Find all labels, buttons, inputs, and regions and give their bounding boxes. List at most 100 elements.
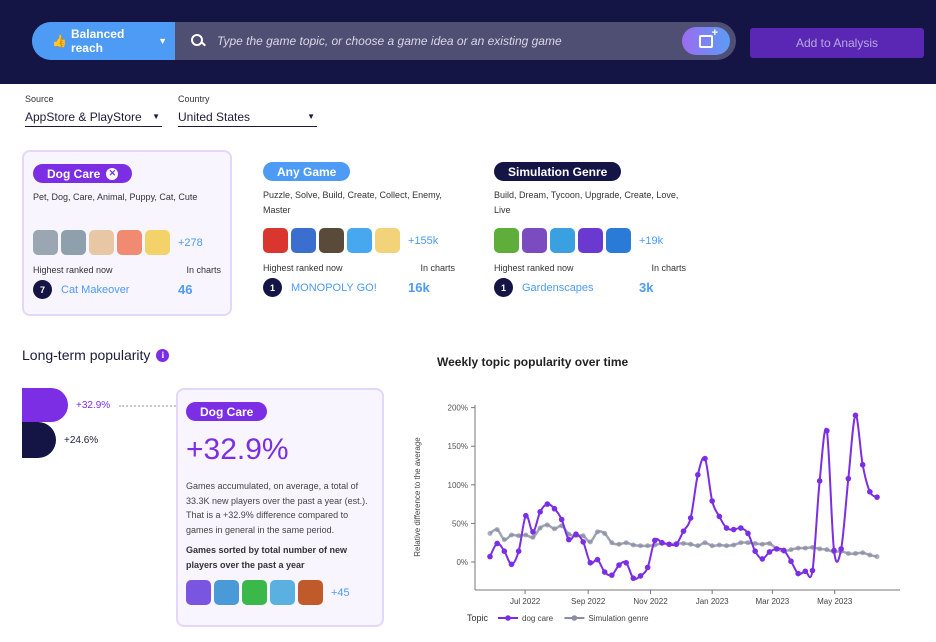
data-point-dog-care (609, 572, 615, 578)
data-point-simulation-genre (530, 534, 536, 540)
data-point-dog-care (809, 567, 816, 574)
game-app-icon[interactable] (298, 580, 323, 605)
game-app-icon[interactable] (186, 580, 211, 605)
topic-chip: Dog Care (186, 402, 268, 421)
data-point-dog-care (587, 559, 594, 566)
popularity-bar-dog-care[interactable] (22, 388, 68, 422)
game-app-icon[interactable] (522, 228, 547, 253)
data-point-simulation-genre (817, 546, 823, 552)
top-game-link[interactable]: MONOPOLY GO! (291, 282, 408, 294)
data-point-simulation-genre (681, 540, 686, 546)
game-app-icon[interactable] (578, 228, 603, 253)
long-term-popularity-heading: Long-term popularity i (22, 347, 170, 363)
topic-card[interactable]: Any Game Puzzle, Solve, Build, Create, C… (254, 150, 464, 316)
x-tick-label: Jul 2022 (510, 597, 541, 606)
top-game-link[interactable]: Cat Makeover (61, 284, 178, 296)
info-icon[interactable]: i (156, 348, 170, 362)
game-app-icon[interactable] (319, 228, 344, 253)
game-app-icon[interactable] (606, 228, 631, 253)
data-point-simulation-genre (767, 540, 772, 546)
more-games-count[interactable]: +19k (639, 235, 663, 247)
data-point-simulation-genre (709, 543, 715, 549)
data-point-dog-care (781, 547, 787, 554)
game-app-icon[interactable] (61, 230, 86, 255)
in-charts-label: In charts (651, 263, 686, 273)
topic-keywords: Puzzle, Solve, Build, Create, Collect, E… (263, 190, 442, 215)
data-point-simulation-genre (487, 530, 493, 536)
data-point-simulation-genre (745, 540, 751, 546)
chevron-down-icon: ▼ (307, 112, 315, 121)
game-app-icon[interactable] (550, 228, 575, 253)
game-app-icon[interactable] (242, 580, 267, 605)
game-app-icon[interactable] (33, 230, 58, 255)
topic-name: Simulation Genre (508, 164, 608, 179)
topic-card[interactable]: Simulation Genre Build, Dream, Tycoon, U… (485, 150, 695, 316)
data-point-dog-care (838, 546, 844, 552)
data-point-dog-care (831, 547, 837, 554)
topic-card[interactable]: Dog Care ✕ Pet, Dog, Care, Animal, Puppy… (22, 150, 232, 316)
add-image-button[interactable] (682, 27, 730, 55)
data-point-simulation-genre (587, 539, 593, 545)
data-point-dog-care (745, 530, 751, 537)
top-game-link[interactable]: Gardenscapes (522, 282, 639, 294)
data-point-dog-care (687, 515, 694, 521)
data-point-dog-care (523, 512, 529, 519)
game-app-icon[interactable] (270, 580, 295, 605)
legend-marker-simulation-genre (571, 615, 578, 621)
game-icons: +155k (263, 228, 455, 253)
game-app-icon[interactable] (375, 228, 400, 253)
more-games-count[interactable]: +155k (408, 235, 438, 247)
topic-chip: Dog Care ✕ (33, 164, 133, 183)
game-app-icon[interactable] (145, 230, 170, 255)
more-games-count[interactable]: +278 (178, 237, 203, 249)
data-point-dog-care (859, 461, 866, 468)
y-tick-label: 150% (448, 442, 468, 451)
data-point-simulation-genre (795, 545, 801, 551)
data-point-dog-care (501, 548, 508, 554)
data-point-simulation-genre (509, 532, 514, 538)
game-app-icon[interactable] (263, 228, 288, 253)
topic-chip: Simulation Genre (494, 162, 622, 181)
game-app-icon[interactable] (117, 230, 142, 255)
source-filter: Source AppStore & PlayStore ▼ (25, 94, 162, 127)
data-point-simulation-genre (616, 541, 622, 547)
highest-ranked-label: Highest ranked now (33, 265, 113, 275)
country-select[interactable]: United States ▼ (178, 107, 317, 127)
in-charts-count: 46 (178, 282, 193, 297)
data-point-simulation-genre (695, 543, 701, 549)
chevron-down-icon: ▼ (158, 36, 167, 46)
data-point-dog-care (852, 412, 859, 419)
game-app-icon[interactable] (214, 580, 239, 605)
data-point-dog-care (752, 548, 758, 554)
data-point-simulation-genre (537, 525, 543, 531)
data-point-dog-care (666, 541, 672, 548)
search-bar: 👍 Balanced reach ▼ (32, 22, 736, 60)
data-point-dog-care (816, 478, 823, 484)
game-app-icon[interactable] (89, 230, 114, 255)
data-point-simulation-genre (630, 542, 636, 548)
data-point-dog-care (630, 575, 637, 582)
data-point-dog-care (508, 561, 515, 568)
data-point-simulation-genre (702, 540, 708, 546)
popularity-bar-simulation[interactable] (22, 422, 56, 458)
add-to-analysis-button[interactable]: Add to Analysis (750, 28, 924, 58)
data-point-dog-care (773, 546, 780, 552)
data-point-dog-care (487, 553, 493, 560)
chevron-down-icon: ▼ (152, 112, 160, 121)
game-icons: +278 (33, 230, 221, 255)
data-point-dog-care (795, 570, 801, 577)
more-games-count[interactable]: +45 (331, 587, 350, 599)
data-point-dog-care (601, 569, 608, 575)
game-app-icon[interactable] (347, 228, 372, 253)
search-input[interactable] (217, 34, 682, 48)
game-app-icon[interactable] (494, 228, 519, 253)
reach-mode-dropdown[interactable]: 👍 Balanced reach ▼ (32, 22, 175, 60)
source-select[interactable]: AppStore & PlayStore ▼ (25, 107, 162, 127)
close-icon[interactable]: ✕ (106, 167, 119, 180)
data-point-simulation-genre (738, 540, 744, 546)
data-point-dog-care (537, 509, 543, 515)
legend-title: Topic (467, 613, 489, 623)
chart-title: Weekly topic popularity over time (437, 355, 629, 369)
y-tick-label: 100% (448, 481, 468, 490)
game-app-icon[interactable] (291, 228, 316, 253)
